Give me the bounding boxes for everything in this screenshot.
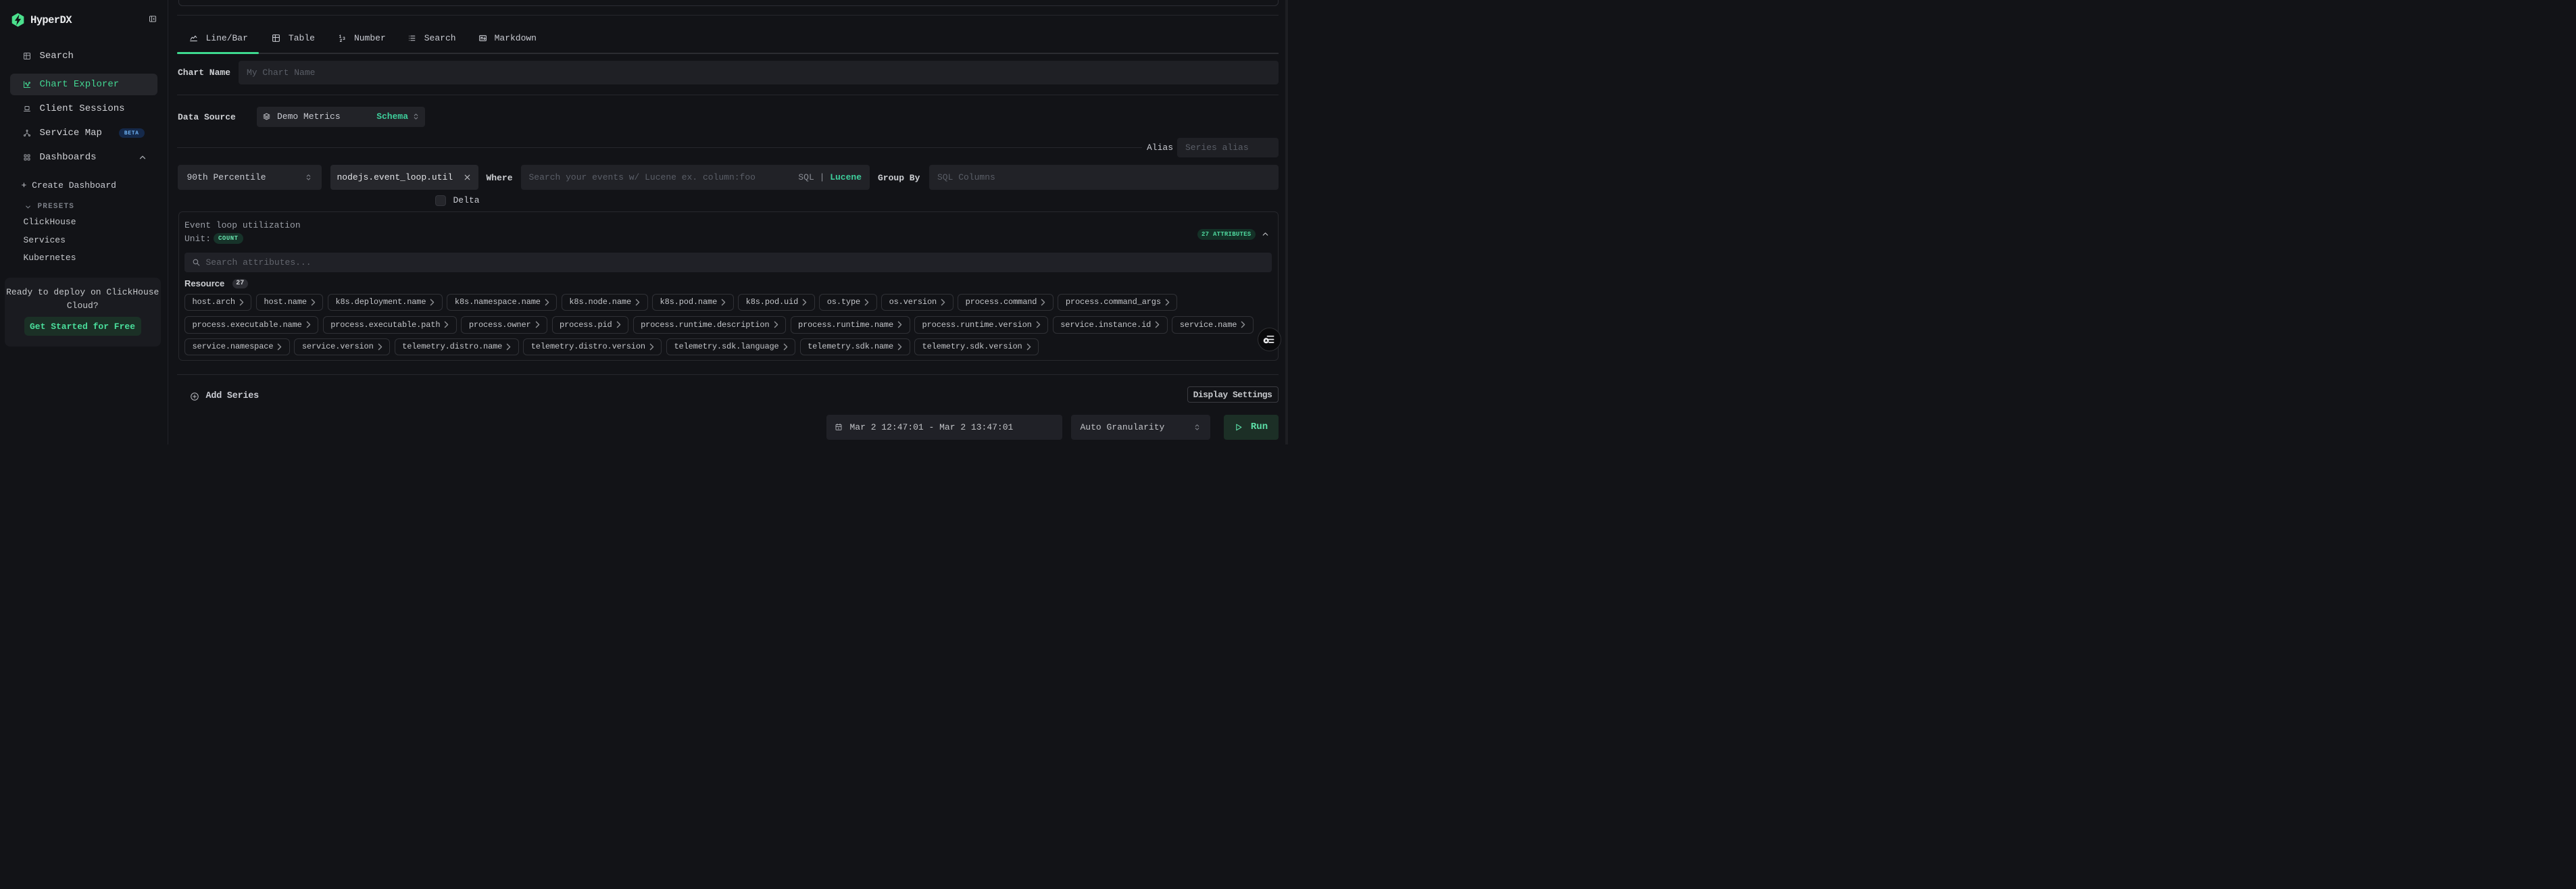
svg-text:2: 2 [339,39,342,43]
svg-text:3: 3 [343,36,345,41]
